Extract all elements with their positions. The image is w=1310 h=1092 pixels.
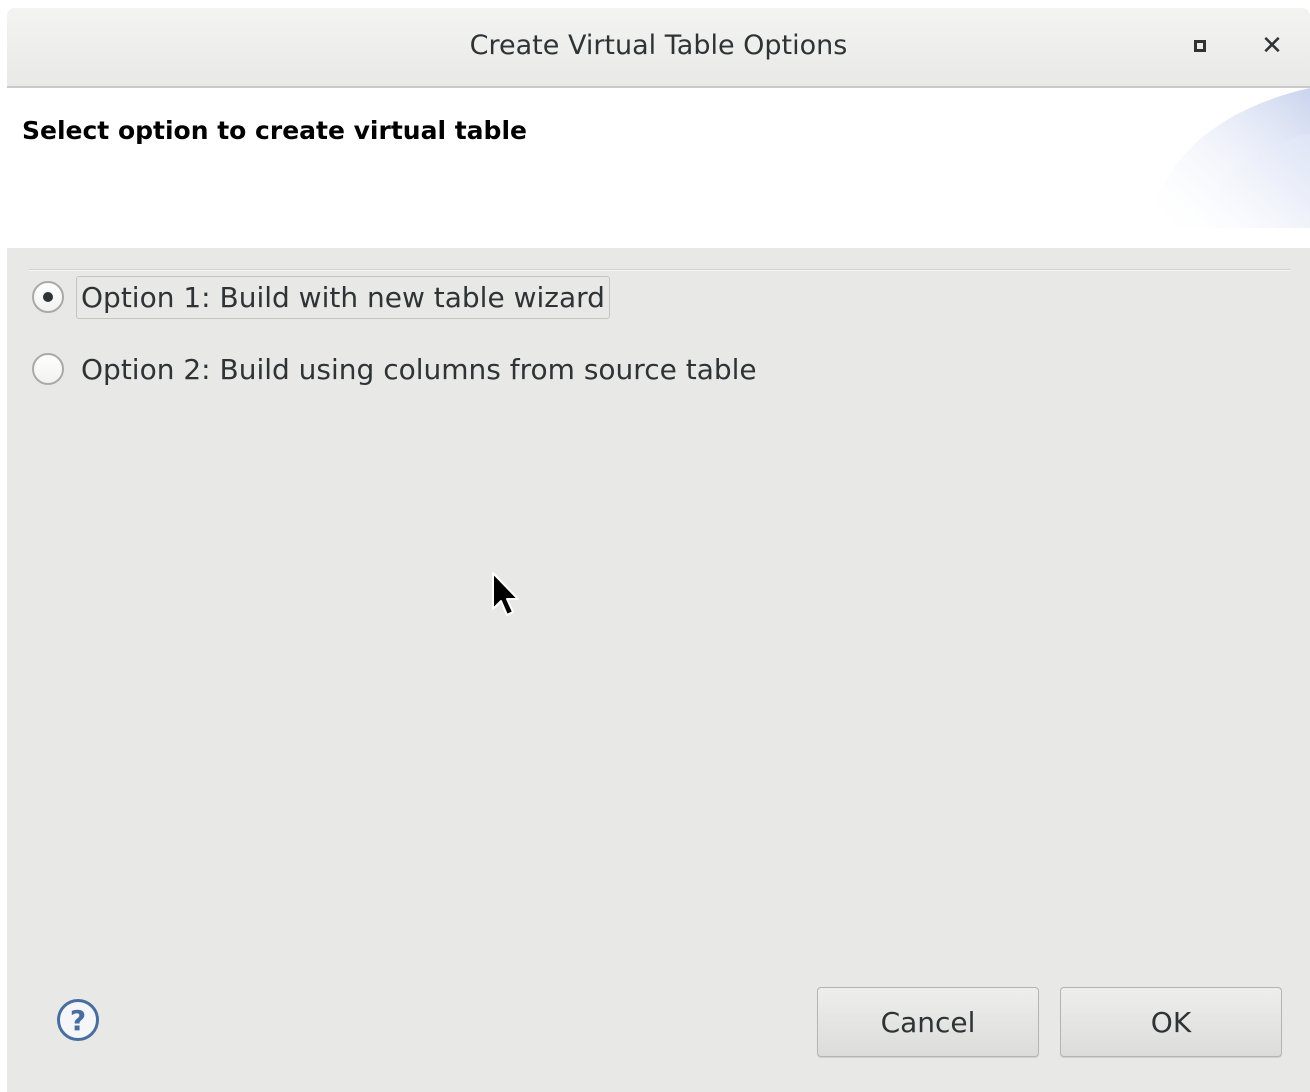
header-separator bbox=[29, 269, 1290, 271]
option-2-radio[interactable]: Option 2: Build using columns from sourc… bbox=[32, 345, 762, 393]
dialog-window: Create Virtual Table Options ✕ Select op… bbox=[7, 8, 1310, 1092]
window-title: Create Virtual Table Options bbox=[469, 30, 848, 61]
mouse-pointer-icon bbox=[492, 572, 519, 616]
title-bar[interactable]: Create Virtual Table Options ✕ bbox=[7, 8, 1310, 88]
banner-graphic bbox=[1150, 88, 1310, 228]
maximize-icon bbox=[1194, 40, 1206, 52]
help-icon: ? bbox=[69, 1003, 87, 1037]
radio-dot-icon bbox=[43, 292, 53, 302]
radio-button-selected[interactable] bbox=[32, 281, 64, 313]
option-2-label[interactable]: Option 2: Build using columns from sourc… bbox=[76, 348, 762, 391]
option-1-label[interactable]: Option 1: Build with new table wizard bbox=[76, 275, 610, 319]
dialog-header: Select option to create virtual table bbox=[7, 88, 1310, 248]
maximize-button[interactable] bbox=[1180, 26, 1220, 66]
header-title: Select option to create virtual table bbox=[22, 116, 527, 145]
close-icon: ✕ bbox=[1261, 31, 1283, 61]
ok-button[interactable]: OK bbox=[1060, 987, 1282, 1057]
help-button[interactable]: ? bbox=[57, 999, 99, 1041]
cancel-button[interactable]: Cancel bbox=[817, 987, 1039, 1057]
option-1-radio[interactable]: Option 1: Build with new table wizard bbox=[32, 273, 610, 321]
close-button[interactable]: ✕ bbox=[1252, 26, 1292, 66]
radio-button-unselected[interactable] bbox=[32, 353, 64, 385]
